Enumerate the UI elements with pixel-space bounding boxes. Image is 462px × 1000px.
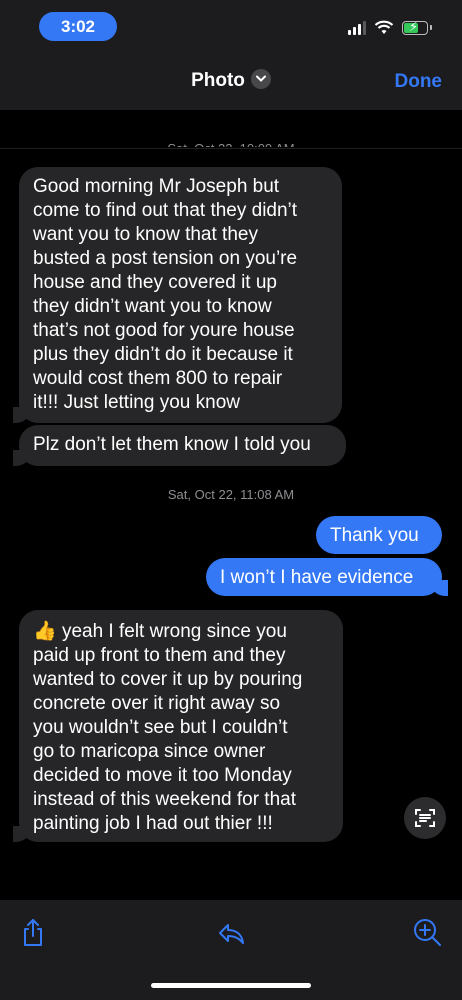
wifi-icon [374, 20, 394, 34]
message-text: Thank you [330, 525, 419, 546]
nav-title-label: Photo [191, 70, 245, 91]
status-time[interactable]: 3:02 [39, 12, 117, 41]
battery-nub [430, 25, 432, 30]
message-text: 👍 yeah I felt wrong since you paid up fr… [33, 620, 329, 836]
navigation-bar: Photo Done [0, 54, 462, 110]
chevron-down-icon [250, 68, 271, 89]
status-bar: 3:02 ⚡ [0, 0, 462, 54]
message-text: Good morning Mr Joseph but come to find … [33, 176, 298, 413]
message-text: I won’t I have evidence [220, 567, 414, 588]
status-icons: ⚡ [348, 19, 432, 35]
zoom-in-icon[interactable] [411, 916, 443, 948]
message-body: yeah I felt wrong since you paid up fron… [33, 621, 303, 834]
live-text-scan-button[interactable] [404, 797, 446, 839]
text-scan-icon [415, 809, 435, 827]
received-message[interactable]: Good morning Mr Joseph but come to find … [13, 167, 342, 423]
timestamp: Sat, Oct 22, 11:08 AM [167, 487, 295, 502]
battery-icon: ⚡ [402, 19, 428, 35]
message-text: Plz don’t let them know I told you [33, 434, 311, 455]
timestamp-clipped: Sat, Oct 22, 10:09 AM [0, 138, 462, 147]
nav-title[interactable]: Photo [0, 68, 462, 92]
divider [0, 148, 462, 149]
thumbs-up-icon: 👍 [33, 621, 57, 642]
received-message[interactable]: 👍 yeah I felt wrong since you paid up fr… [13, 610, 343, 842]
sent-message[interactable]: I won’t I have evidence [206, 558, 448, 596]
cellular-signal-icon [348, 20, 366, 35]
home-indicator [151, 983, 311, 988]
sent-message[interactable]: Thank you [316, 516, 442, 554]
done-button[interactable]: Done [395, 71, 443, 93]
received-message[interactable]: Plz don’t let them know I told you [13, 425, 346, 466]
reply-icon[interactable] [215, 916, 247, 948]
share-icon[interactable] [17, 916, 49, 948]
